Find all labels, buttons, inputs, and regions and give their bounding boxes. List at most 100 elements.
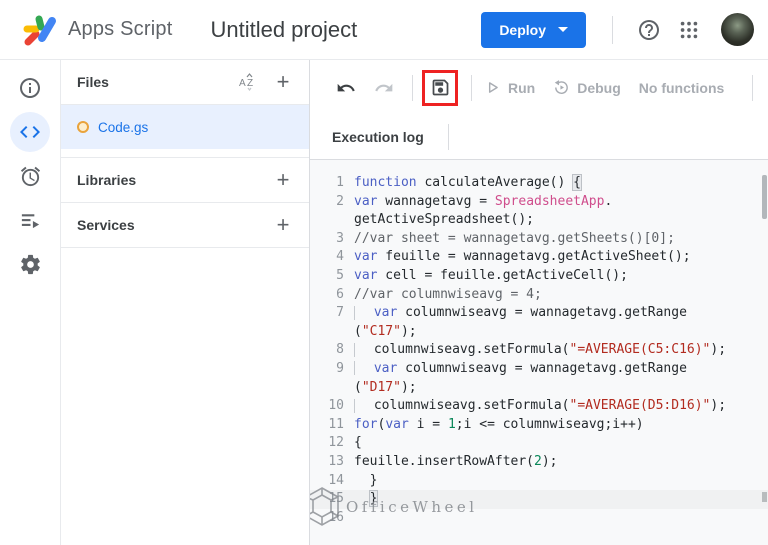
- run-button[interactable]: Run: [484, 79, 535, 96]
- add-file-button[interactable]: +: [271, 72, 295, 92]
- line-number: 15: [310, 490, 354, 509]
- code-line[interactable]: 5var cell = feuille.getActiveCell();: [310, 267, 768, 286]
- line-number: 8: [310, 341, 354, 360]
- code-line[interactable]: 2var wannagetavg = SpreadsheetApp.: [310, 193, 768, 212]
- line-number: 13: [310, 453, 354, 472]
- header-divider: [612, 16, 613, 44]
- debug-icon: [553, 79, 570, 96]
- alarm-clock-icon: [19, 165, 42, 188]
- executions-icon: [19, 209, 42, 232]
- left-nav-rail: [0, 60, 60, 545]
- save-icon: [430, 77, 451, 98]
- add-service-button[interactable]: +: [271, 215, 295, 235]
- code-line[interactable]: 1function calculateAverage() {: [310, 174, 768, 193]
- line-number: 16: [310, 509, 354, 528]
- libraries-label: Libraries: [77, 172, 136, 188]
- files-panel-header: Files A Z +: [61, 60, 309, 105]
- panel-divider: [61, 149, 309, 158]
- user-avatar[interactable]: [721, 13, 754, 46]
- redo-icon: [374, 78, 394, 98]
- line-number: 12: [310, 434, 354, 453]
- editor-tab-bar: Execution log: [310, 115, 768, 160]
- gear-icon: [19, 253, 42, 276]
- services-section[interactable]: Services +: [61, 203, 309, 248]
- line-number: 3: [310, 230, 354, 249]
- deploy-button-label: Deploy: [499, 22, 546, 38]
- line-number: [310, 379, 354, 398]
- execution-log-tab[interactable]: Execution log: [322, 129, 434, 145]
- code-line[interactable]: 16: [310, 509, 768, 528]
- code-line[interactable]: 11for(var i = 1;i <= columnwiseavg;i++): [310, 416, 768, 435]
- save-button[interactable]: [428, 76, 452, 100]
- code-line[interactable]: 14 }: [310, 472, 768, 491]
- code-icon: [18, 120, 42, 144]
- file-name: Code.gs: [98, 120, 148, 135]
- code-editor[interactable]: 1function calculateAverage() {2var wanna…: [310, 160, 768, 545]
- code-line[interactable]: 6//var columnwiseavg = 4;: [310, 286, 768, 305]
- info-icon: [18, 76, 42, 100]
- line-number: [310, 323, 354, 342]
- redo-button[interactable]: [372, 76, 396, 100]
- run-play-icon: [484, 79, 501, 96]
- function-selector[interactable]: No functions: [639, 80, 725, 96]
- files-panel: Files A Z + Code.gs Libraries +: [60, 60, 310, 545]
- code-line[interactable]: 12{: [310, 434, 768, 453]
- code-line[interactable]: 8 columnwiseavg.setFormula("=AVERAGE(C5:…: [310, 341, 768, 360]
- deploy-caret-icon: [558, 27, 568, 32]
- code-line[interactable]: 3//var sheet = wannagetavg.getSheets()[0…: [310, 230, 768, 249]
- code-line[interactable]: ("C17");: [310, 323, 768, 342]
- line-number: 7: [310, 304, 354, 323]
- line-number: 2: [310, 193, 354, 212]
- libraries-section[interactable]: Libraries +: [61, 158, 309, 203]
- code-line[interactable]: getActiveSpreadsheet();: [310, 211, 768, 230]
- deploy-button[interactable]: Deploy: [481, 12, 586, 48]
- nav-settings-button[interactable]: [10, 244, 50, 284]
- code-line[interactable]: 9 var columnwiseavg = wannagetavg.getRan…: [310, 360, 768, 379]
- nav-overview-button[interactable]: [10, 68, 50, 108]
- line-number: [310, 211, 354, 230]
- google-apps-grid-button[interactable]: [669, 10, 709, 50]
- project-title[interactable]: Untitled project: [210, 17, 357, 43]
- run-label: Run: [508, 80, 535, 96]
- file-status-icon: [77, 121, 89, 133]
- line-number: 14: [310, 472, 354, 491]
- editor-column: Run Debug No functions Execution log 1fu…: [310, 60, 768, 545]
- code-line[interactable]: 13feuille.insertRowAfter(2);: [310, 453, 768, 472]
- code-line[interactable]: 7 var columnwiseavg = wannagetavg.getRan…: [310, 304, 768, 323]
- line-number: 5: [310, 267, 354, 286]
- app-name: Apps Script: [68, 18, 172, 41]
- app-header: Apps Script Untitled project Deploy: [0, 0, 768, 60]
- toolbar-divider: [412, 75, 413, 101]
- line-number: 1: [310, 174, 354, 193]
- editor-scrollbar[interactable]: [762, 175, 767, 219]
- file-item-code-gs[interactable]: Code.gs: [61, 105, 309, 149]
- toolbar-divider: [471, 75, 472, 101]
- line-number: 6: [310, 286, 354, 305]
- sort-files-button[interactable]: A Z: [237, 70, 261, 94]
- indent-guide: [354, 361, 366, 375]
- svg-text:Z: Z: [247, 78, 253, 89]
- code-line[interactable]: ("D17");: [310, 379, 768, 398]
- undo-button[interactable]: [334, 76, 358, 100]
- line-number: 11: [310, 416, 354, 435]
- nav-editor-button[interactable]: [10, 112, 50, 152]
- add-library-button[interactable]: +: [271, 170, 295, 190]
- nav-executions-button[interactable]: [10, 200, 50, 240]
- code-line[interactable]: 15 }: [310, 490, 768, 509]
- help-button[interactable]: [629, 10, 669, 50]
- code-line[interactable]: 10 columnwiseavg.setFormula("=AVERAGE(D5…: [310, 397, 768, 416]
- nav-triggers-button[interactable]: [10, 156, 50, 196]
- svg-text:A: A: [239, 78, 246, 89]
- debug-button[interactable]: Debug: [553, 79, 621, 96]
- services-label: Services: [77, 217, 135, 233]
- apps-script-logo-icon: [22, 14, 58, 46]
- help-icon: [637, 18, 661, 42]
- indent-guide: [354, 306, 366, 320]
- scrollbar-marker: [762, 492, 767, 502]
- editor-toolbar: Run Debug No functions: [310, 60, 768, 115]
- line-number: 10: [310, 397, 354, 416]
- toolbar-divider: [752, 75, 753, 101]
- debug-label: Debug: [577, 80, 621, 96]
- indent-guide: [354, 399, 366, 413]
- code-line[interactable]: 4var feuille = wannagetavg.getActiveShee…: [310, 248, 768, 267]
